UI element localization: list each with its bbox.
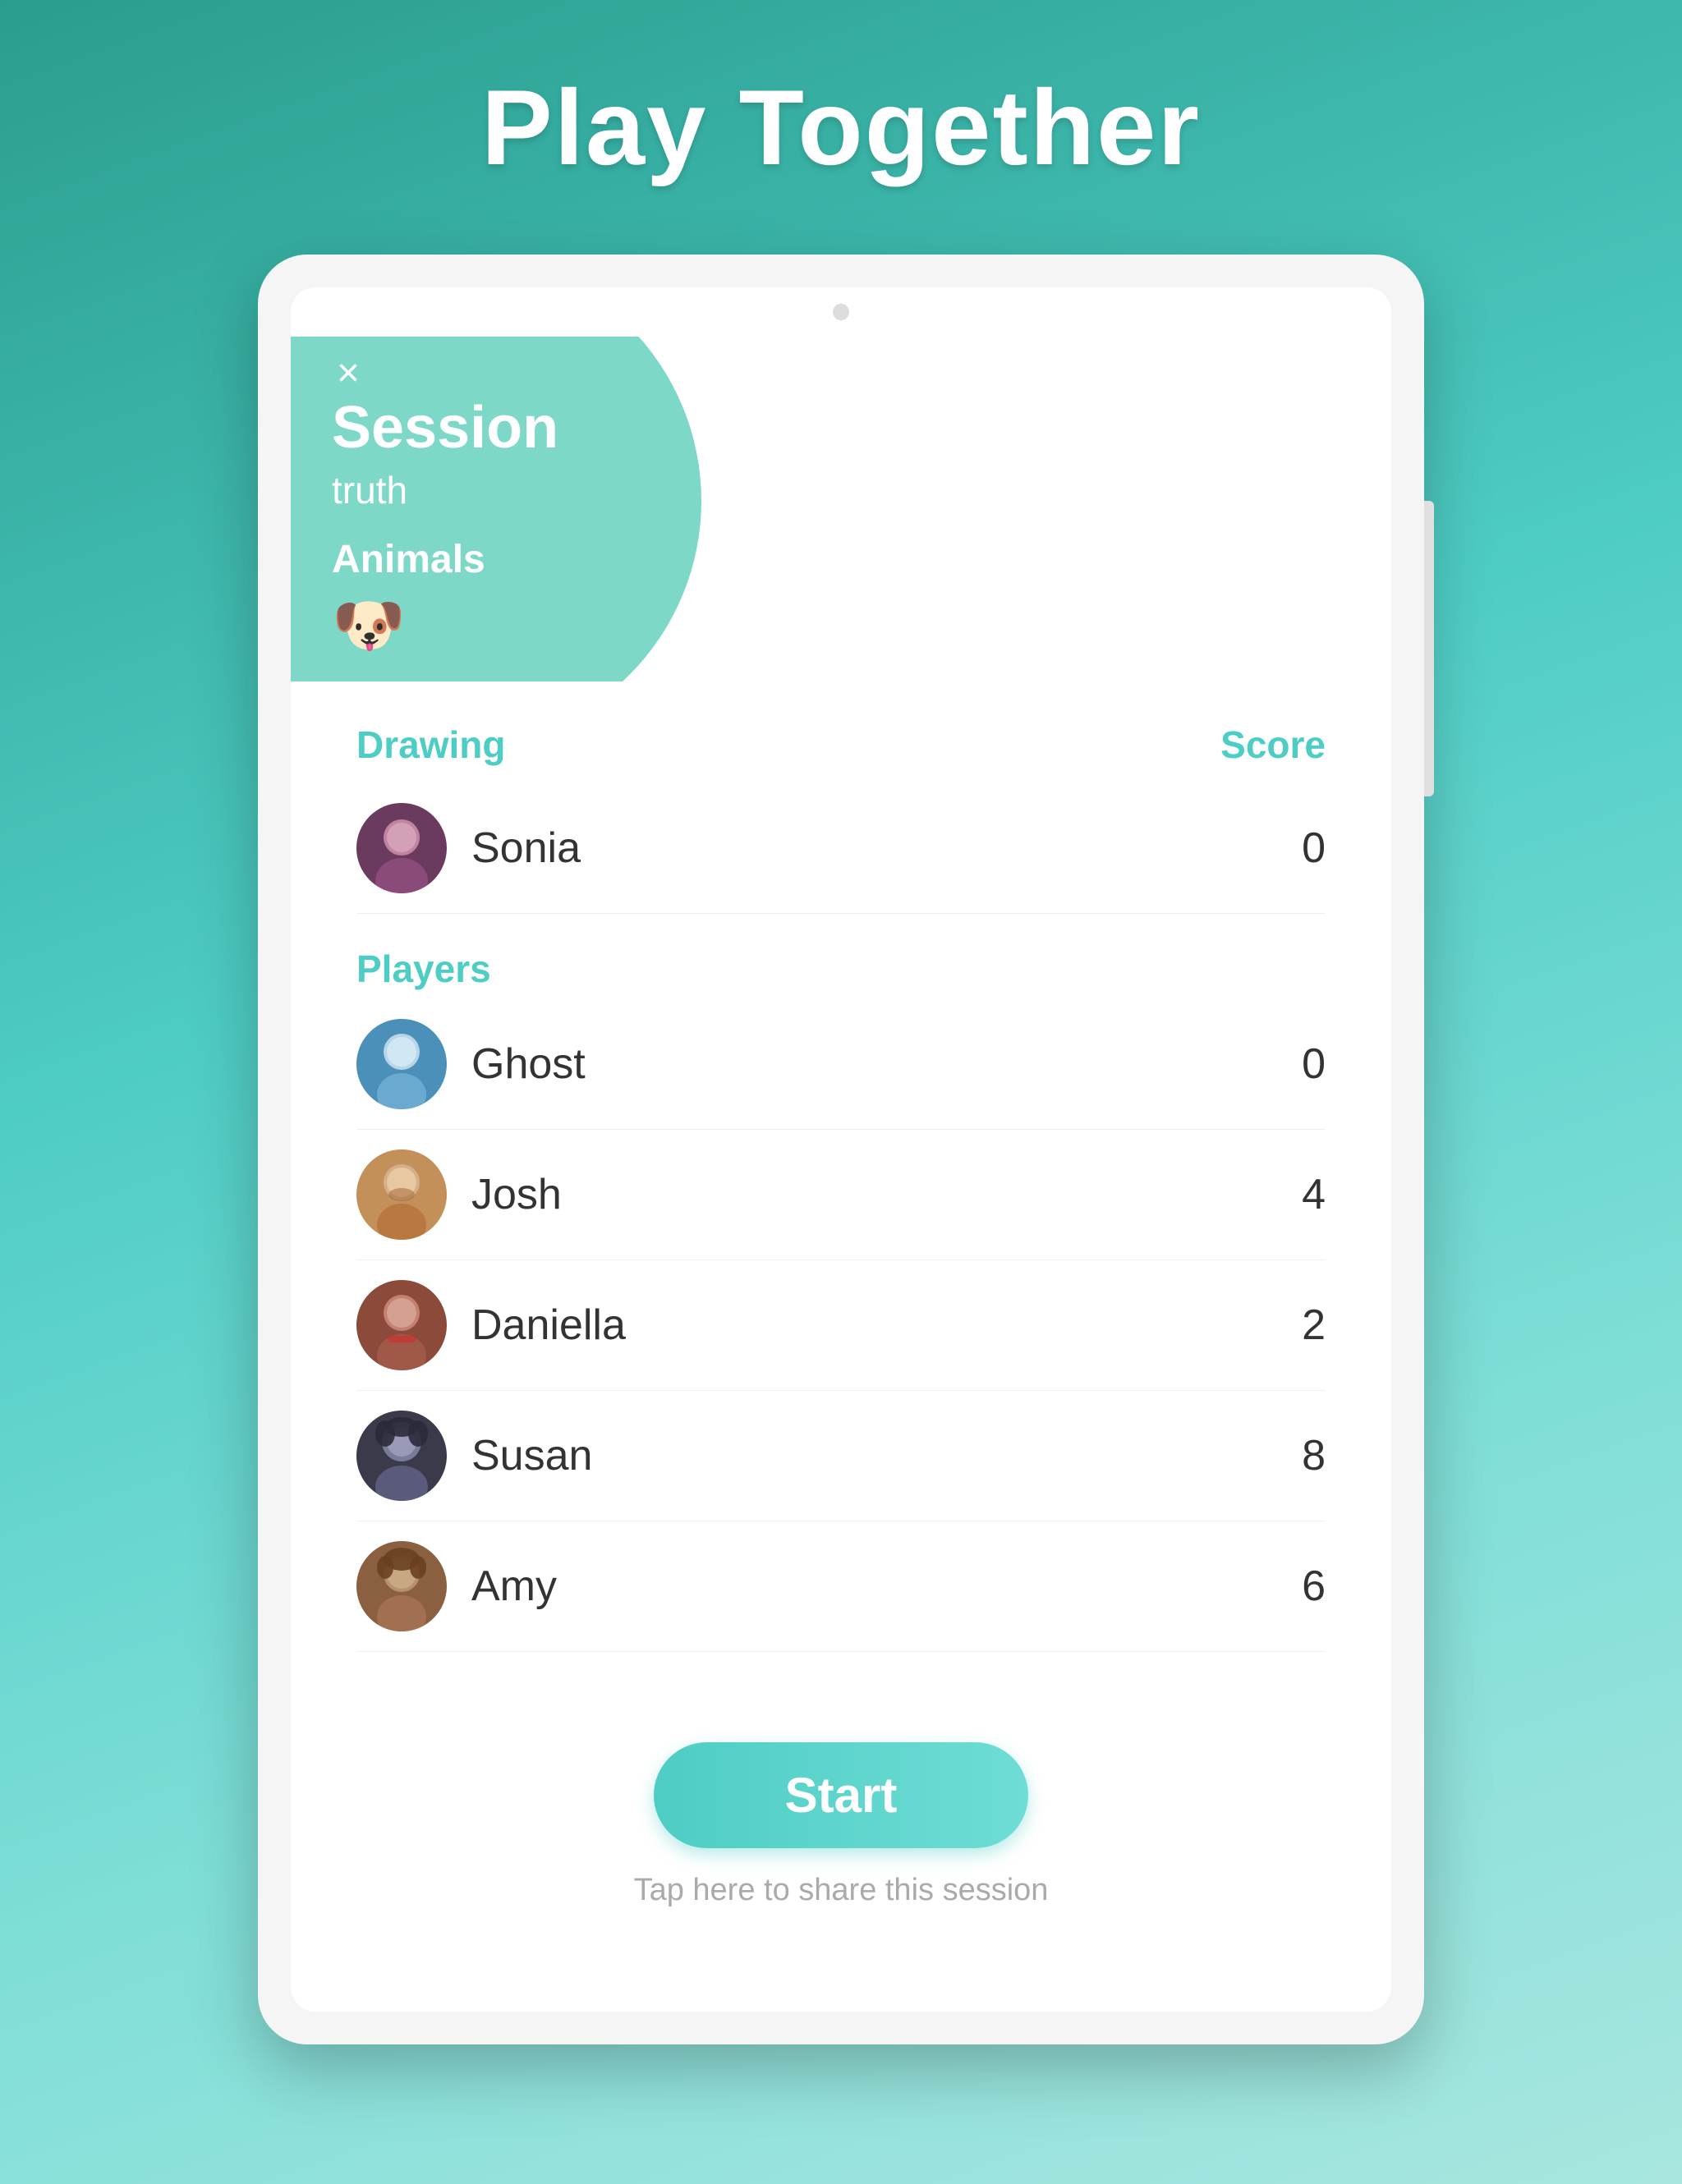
- session-type: truth: [332, 468, 558, 512]
- page-title: Play Together: [481, 66, 1201, 189]
- header-content: Session truth Animals 🐶: [332, 386, 558, 660]
- tablet-inner: × Session truth Animals 🐶 Drawing Score: [291, 287, 1391, 2012]
- player-name-amy: Amy: [471, 1562, 557, 1611]
- category-emoji: 🐶: [332, 590, 558, 660]
- start-button[interactable]: Start: [654, 1742, 1029, 1848]
- avatar-josh: [356, 1149, 447, 1240]
- drawing-player-row: Sonia 0: [356, 783, 1326, 914]
- drawing-player-score: 0: [1276, 824, 1326, 873]
- drawing-header: Drawing Score: [356, 723, 1326, 767]
- drawing-player-left: Sonia: [356, 803, 581, 893]
- player-row-daniella: Daniella 2: [356, 1260, 1326, 1391]
- player-name-josh: Josh: [471, 1170, 562, 1219]
- player-name-daniella: Daniella: [471, 1301, 626, 1350]
- close-button[interactable]: ×: [328, 353, 369, 394]
- avatar-ghost: [356, 1019, 447, 1109]
- player-row-susan: Susan 8: [356, 1391, 1326, 1521]
- player-score-daniella: 2: [1276, 1301, 1326, 1350]
- player-row-josh: Josh 4: [356, 1130, 1326, 1260]
- share-session-text[interactable]: Tap here to share this session: [634, 1873, 1049, 1908]
- drawing-player-name: Sonia: [471, 824, 581, 873]
- player-score-susan: 8: [1276, 1431, 1326, 1480]
- avatar-sonia: [356, 803, 447, 893]
- session-category: Animals: [332, 537, 558, 582]
- players-section-label: Players: [356, 947, 1326, 991]
- player-name-susan: Susan: [471, 1431, 592, 1480]
- avatar-amy: [356, 1541, 447, 1631]
- score-column-label: Score: [1220, 723, 1326, 767]
- player-row-amy: Amy 6: [356, 1521, 1326, 1652]
- header-section: × Session truth Animals 🐶: [291, 337, 784, 681]
- start-button-area: Start Tap here to share this session: [291, 1742, 1391, 1908]
- player-score-amy: 6: [1276, 1562, 1326, 1611]
- drawing-section-label: Drawing: [356, 723, 505, 767]
- player-row-ghost: Ghost 0: [356, 999, 1326, 1130]
- player-name-ghost: Ghost: [471, 1039, 586, 1089]
- session-title: Session: [332, 394, 558, 461]
- avatar-daniella: [356, 1280, 447, 1370]
- player-score-ghost: 0: [1276, 1039, 1326, 1089]
- avatar-susan: [356, 1411, 447, 1501]
- player-score-josh: 4: [1276, 1170, 1326, 1219]
- tablet-frame: × Session truth Animals 🐶 Drawing Score: [258, 255, 1424, 2044]
- scoreboard: Drawing Score Sonia 0: [291, 698, 1391, 1677]
